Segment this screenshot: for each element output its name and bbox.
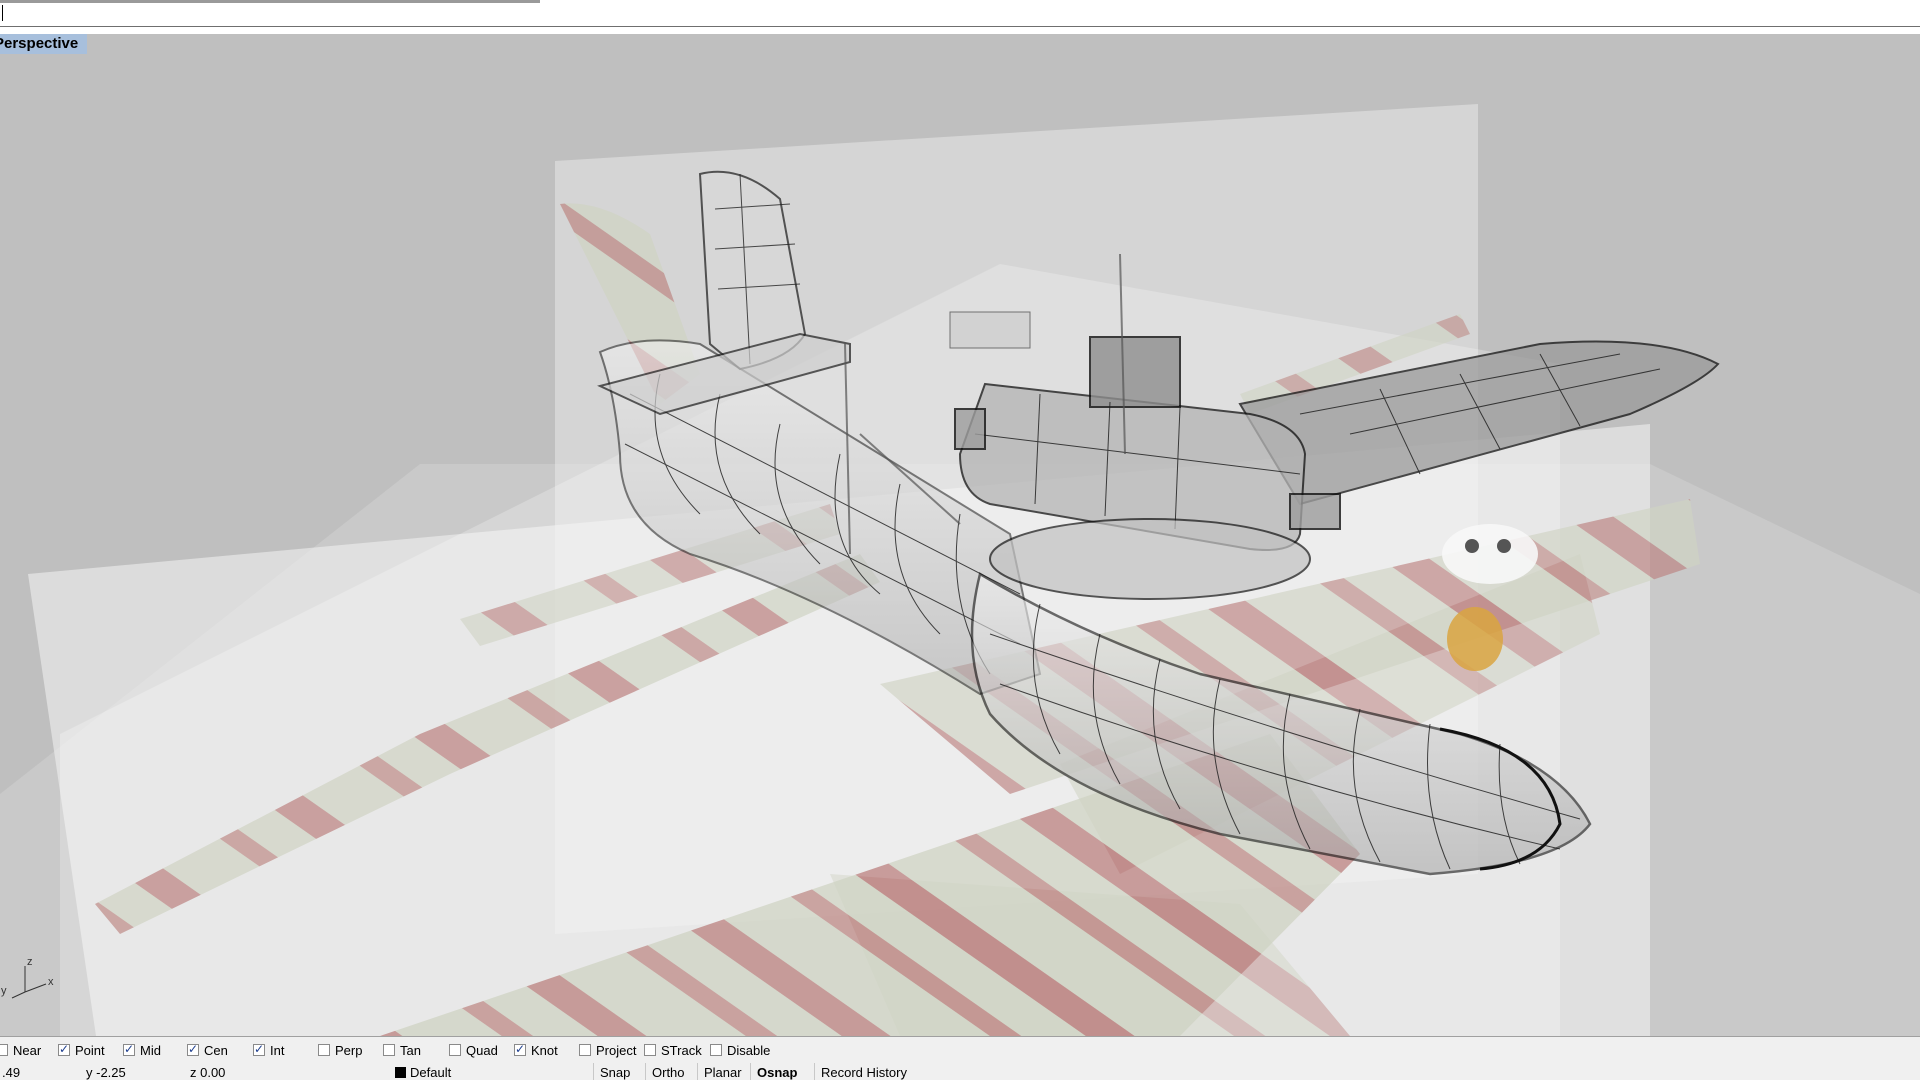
osnap-tan-label: Tan: [400, 1042, 421, 1058]
osnap-mid-checkbox[interactable]: [123, 1042, 135, 1056]
osnap-cen-checkbox[interactable]: [187, 1042, 199, 1056]
status-bar: .49 y -2.25 z 0.00 Default Snap Ortho Pl…: [0, 1063, 1920, 1080]
osnap-quad-label: Quad: [466, 1042, 498, 1058]
axis-y-label: y: [1, 985, 7, 997]
osnap-tan-checkbox[interactable]: [383, 1044, 395, 1056]
osnap-project-checkbox[interactable]: [579, 1044, 591, 1056]
osnap-mid-label: Mid: [140, 1042, 161, 1058]
osnap-strack-checkbox[interactable]: [644, 1044, 656, 1056]
command-line[interactable]: [0, 0, 1920, 27]
osnap-project-label: Project: [596, 1042, 637, 1058]
osnap-button[interactable]: Osnap: [750, 1063, 803, 1080]
axes-gizmo: z x y: [0, 952, 60, 1012]
emblem: [1447, 607, 1503, 671]
osnap-perp[interactable]: Perp: [318, 1041, 362, 1059]
intake-block: [1089, 336, 1181, 408]
osnap-knot-checkbox[interactable]: [514, 1042, 526, 1056]
osnap-point-checkbox[interactable]: [58, 1042, 70, 1056]
osnap-cen-label: Cen: [204, 1042, 228, 1058]
skull-insignia: [1442, 524, 1538, 584]
snap-button[interactable]: Snap: [593, 1063, 636, 1080]
viewport-title-tab[interactable]: Perspective: [0, 34, 88, 54]
axis-z-label: z: [27, 956, 33, 968]
osnap-point-label: Point: [75, 1042, 105, 1058]
osnap-quad-checkbox[interactable]: [449, 1044, 461, 1056]
status-x-coordinate: .49: [2, 1065, 21, 1080]
osnap-int-checkbox[interactable]: [253, 1042, 265, 1056]
status-layer[interactable]: Default: [395, 1063, 451, 1080]
ortho-button[interactable]: Ortho: [645, 1063, 691, 1080]
osnap-point[interactable]: Point: [58, 1041, 105, 1059]
exhaust-nozzle: [1289, 493, 1341, 530]
record-history-button[interactable]: Record History: [814, 1063, 913, 1080]
osnap-disable[interactable]: Disable: [710, 1041, 770, 1059]
osnap-quad[interactable]: Quad: [449, 1041, 498, 1059]
osnap-disable-checkbox[interactable]: [710, 1044, 722, 1056]
osnap-knot[interactable]: Knot: [514, 1041, 558, 1059]
planar-button[interactable]: Planar: [697, 1063, 748, 1080]
osnap-mid[interactable]: Mid: [123, 1041, 161, 1059]
perspective-viewport[interactable]: Perspective z x y: [0, 34, 1920, 1036]
osnap-toolbar: Near Point Mid Cen Int Perp Tan Quad Kno…: [0, 1036, 1920, 1064]
status-y-coordinate: y -2.25: [86, 1065, 126, 1080]
osnap-near-checkbox[interactable]: [0, 1044, 8, 1056]
pylon-wireframe: [989, 518, 1311, 600]
osnap-int-label: Int: [270, 1042, 285, 1058]
osnap-strack[interactable]: STrack: [644, 1041, 702, 1059]
osnap-strack-label: STrack: [661, 1042, 702, 1058]
radiator-grille: [949, 311, 1031, 349]
osnap-perp-label: Perp: [335, 1042, 363, 1058]
osnap-disable-label: Disable: [727, 1042, 771, 1058]
osnap-project[interactable]: Project: [579, 1041, 636, 1059]
osnap-near[interactable]: Near: [0, 1041, 41, 1059]
axis-x-label: x: [48, 976, 54, 988]
layer-color-swatch: [395, 1067, 406, 1078]
status-z-coordinate: z 0.00: [190, 1065, 226, 1080]
osnap-tan[interactable]: Tan: [383, 1041, 421, 1059]
status-layer-name: Default: [410, 1065, 452, 1080]
engine-inlet: [954, 408, 986, 450]
osnap-int[interactable]: Int: [253, 1041, 284, 1059]
command-caret: [2, 5, 3, 21]
osnap-perp-checkbox[interactable]: [318, 1044, 330, 1056]
command-history-edge: [0, 0, 540, 3]
osnap-near-label: Near: [13, 1042, 42, 1058]
osnap-cen[interactable]: Cen: [187, 1041, 228, 1059]
viewport-scene: [0, 34, 1920, 1036]
osnap-knot-label: Knot: [531, 1042, 558, 1058]
